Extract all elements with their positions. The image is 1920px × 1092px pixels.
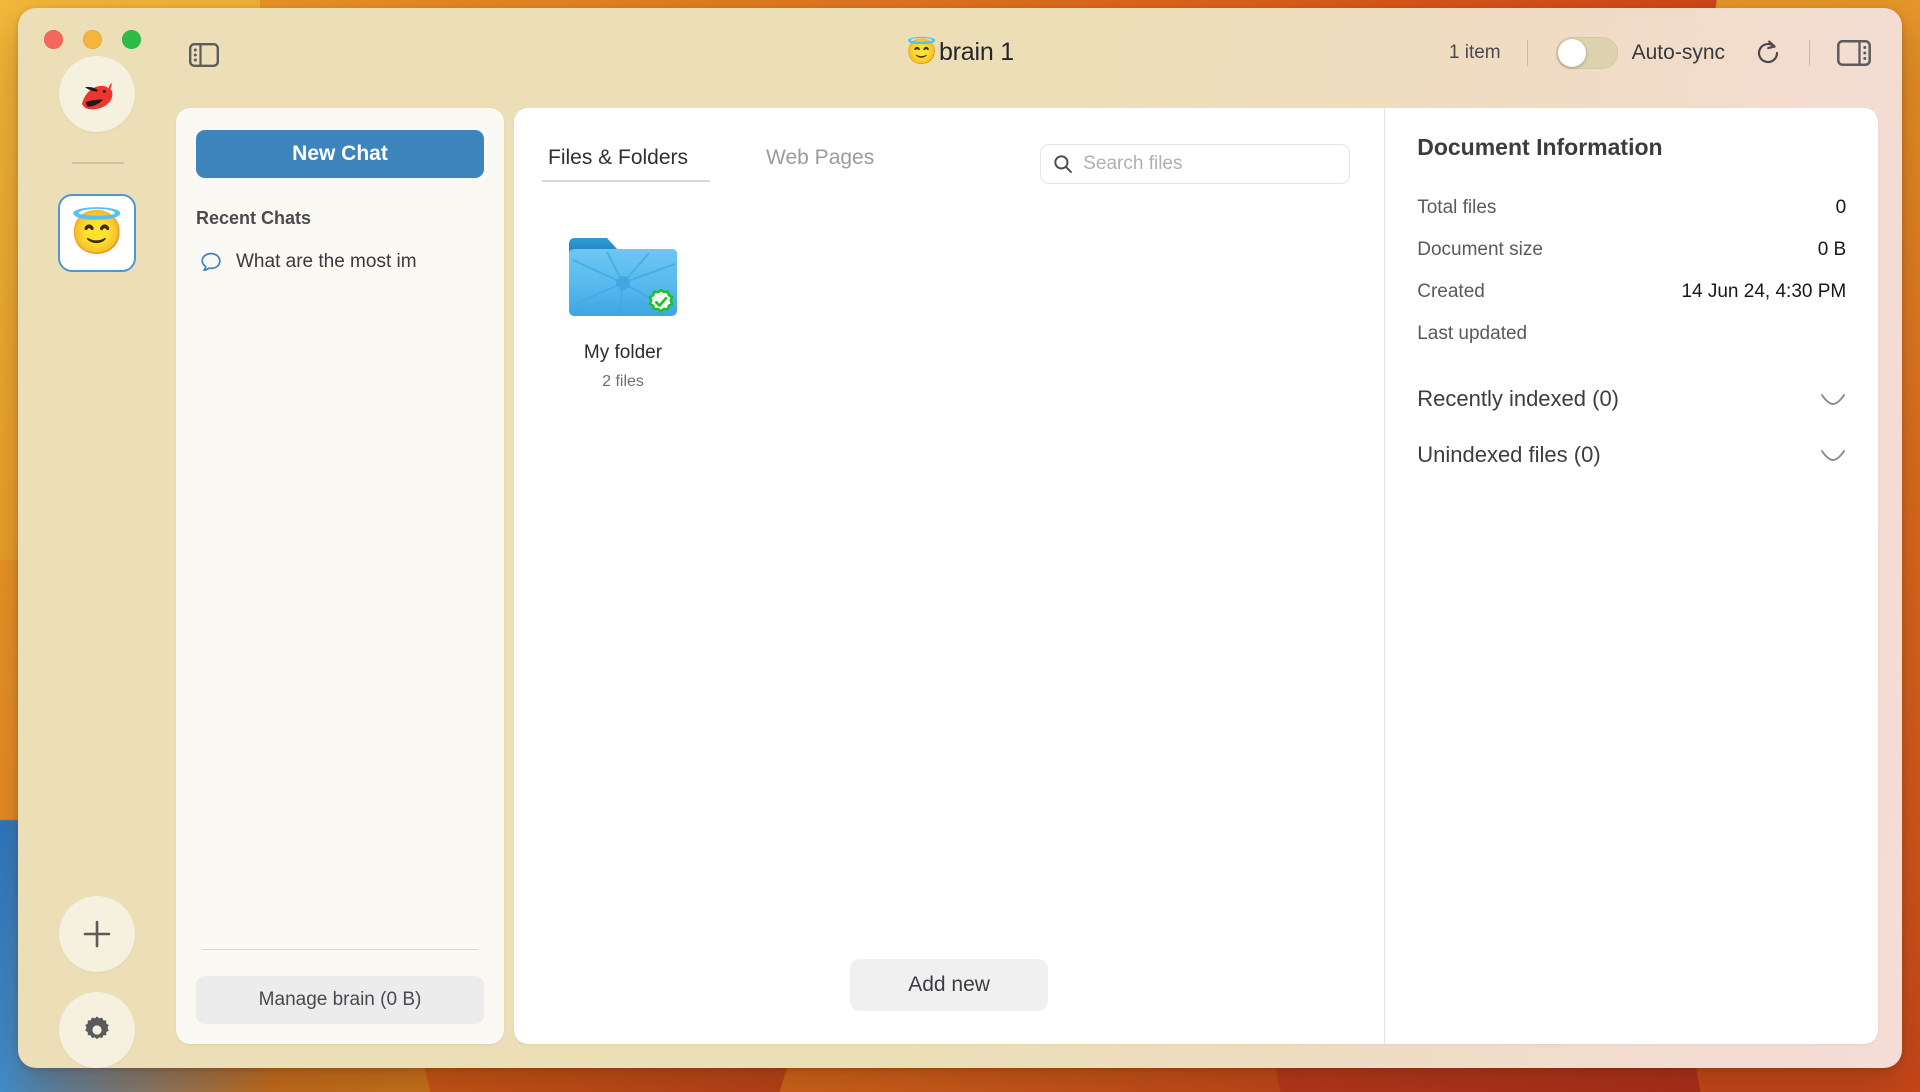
chat-item-label: What are the most im xyxy=(236,251,417,272)
info-key: Document size xyxy=(1417,239,1543,260)
app-window: 😇 brain 1 1 item Auto-sync 😇 New Chat Re… xyxy=(18,8,1902,1068)
tab-files-and-folders[interactable]: Files & Folders xyxy=(541,146,711,182)
info-key: Created xyxy=(1417,281,1485,302)
auto-sync-toggle[interactable] xyxy=(1555,37,1618,69)
tab-web-pages[interactable]: Web Pages xyxy=(766,146,874,182)
expander-label: Recently indexed (0) xyxy=(1417,386,1620,411)
inspector-panel: Document Information Total files 0 Docum… xyxy=(1384,108,1879,1044)
divider xyxy=(202,949,478,950)
brain-emoji: 😇 xyxy=(906,38,937,66)
info-value: 0 B xyxy=(1817,239,1847,260)
desktop-background: 😇 brain 1 1 item Auto-sync 😇 New Chat Re… xyxy=(0,0,1920,1092)
red-bird-logo-icon xyxy=(74,71,120,117)
gear-icon xyxy=(80,1013,114,1047)
sidebar-right-icon xyxy=(1837,40,1871,66)
info-row-document-size: Document size 0 B xyxy=(1417,229,1846,271)
refresh-button[interactable] xyxy=(1751,36,1785,70)
divider xyxy=(1526,40,1528,66)
info-value: 14 Jun 24, 4:30 PM xyxy=(1681,281,1847,302)
auto-sync-label: Auto-sync xyxy=(1631,41,1725,64)
rail-divider xyxy=(72,162,124,164)
main-footer: Add new xyxy=(514,926,1384,1044)
add-brain-button[interactable] xyxy=(59,896,135,972)
expander-label: Unindexed files (0) xyxy=(1417,442,1601,467)
blue-folder-icon xyxy=(563,228,683,328)
files-grid: My folder 2 files xyxy=(514,194,1384,926)
file-meta: 2 files xyxy=(602,373,644,390)
window-body: 😇 New Chat Recent Chats What are the mos… xyxy=(18,56,1902,1068)
chevron-down-icon xyxy=(1820,392,1846,406)
expander-unindexed-files[interactable]: Unindexed files (0) xyxy=(1417,427,1846,483)
info-key: Total files xyxy=(1417,197,1497,218)
list-item[interactable]: What are the most im xyxy=(196,243,484,281)
item-count-label: 1 item xyxy=(1448,42,1501,63)
settings-button[interactable] xyxy=(59,992,135,1068)
title-bar: 😇 brain 1 1 item Auto-sync xyxy=(18,8,1902,92)
toggle-knob xyxy=(1557,39,1586,67)
recent-chats-list: What are the most im xyxy=(196,243,484,281)
title-bar-actions: 1 item Auto-sync xyxy=(1449,34,1874,72)
expander-recently-indexed[interactable]: Recently indexed (0) xyxy=(1417,371,1846,427)
info-row-created: Created 14 Jun 24, 4:30 PM xyxy=(1417,271,1846,313)
divider xyxy=(1809,40,1810,66)
main-content-panel: Files & Folders Web Pages Search files M… xyxy=(514,108,1385,1044)
plus-icon xyxy=(80,917,114,951)
chevron-down-icon xyxy=(1820,448,1846,462)
inspector-toggle-button[interactable] xyxy=(1834,37,1874,69)
content-tabs: Files & Folders Web Pages xyxy=(541,146,952,182)
info-value: 0 xyxy=(1835,197,1847,218)
info-row-last-updated: Last updated xyxy=(1417,313,1846,355)
file-name: My folder xyxy=(583,342,663,363)
brain-avatar-selected[interactable]: 😇 xyxy=(58,194,136,272)
refresh-icon xyxy=(1754,39,1782,67)
add-new-button[interactable]: Add new xyxy=(850,959,1049,1011)
window-title-text: brain 1 xyxy=(938,38,1014,66)
chat-sidebar-panel: New Chat Recent Chats What are the most … xyxy=(176,108,504,1044)
search-input[interactable] xyxy=(1083,153,1338,175)
file-card[interactable]: My folder 2 files xyxy=(548,222,698,397)
search-field[interactable] xyxy=(1040,144,1351,184)
left-rail: 😇 xyxy=(18,56,176,1068)
search-icon xyxy=(1053,154,1073,174)
chat-bubble-icon xyxy=(200,251,222,273)
recent-chats-heading: Recent Chats xyxy=(196,208,312,228)
main-header: Files & Folders Web Pages xyxy=(514,108,1384,194)
inspector-title: Document Information xyxy=(1417,134,1663,160)
app-logo xyxy=(59,56,135,132)
manage-brain-button[interactable]: Manage brain (0 B) xyxy=(196,976,484,1024)
new-chat-button[interactable]: New Chat xyxy=(196,130,484,178)
info-row-total-files: Total files 0 xyxy=(1417,187,1846,229)
info-key: Last updated xyxy=(1417,323,1528,344)
